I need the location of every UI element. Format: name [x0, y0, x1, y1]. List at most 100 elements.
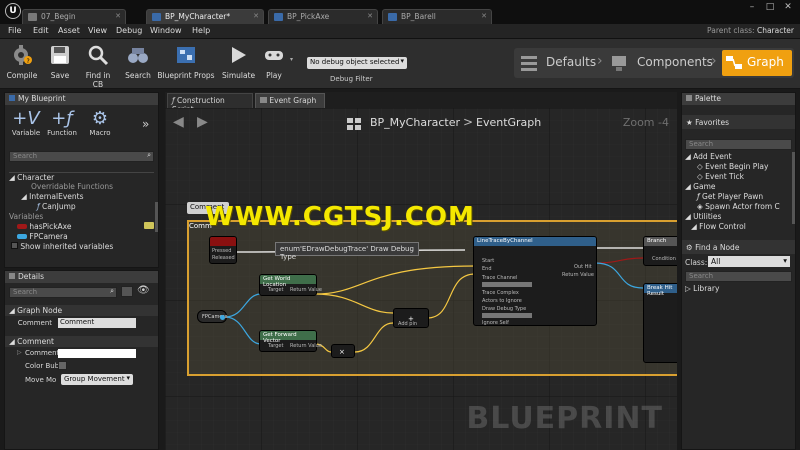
menu-window[interactable]: Window — [150, 26, 182, 35]
favorites-section[interactable]: ★ Favorites — [682, 115, 795, 129]
add-variable-button[interactable]: +V Variable — [11, 109, 41, 138]
menu-edit[interactable]: Edit — [33, 26, 49, 35]
close-window-icon[interactable]: ✕ — [780, 2, 796, 13]
menu-asset[interactable]: Asset — [58, 26, 80, 35]
play-button[interactable]: Play ▾ — [260, 44, 293, 86]
tree-var-haspickaxe[interactable]: hasPickAxe — [9, 222, 154, 232]
palette-search-input[interactable]: Search — [685, 139, 792, 150]
branch-node[interactable]: Branch Condition — [643, 236, 677, 266]
chevron-down-icon[interactable]: ▾ — [290, 56, 293, 63]
draw-debug-type-tooltip: enum'EDrawDebugTrace' Draw Debug Type — [275, 242, 419, 261]
search-button[interactable]: Search — [124, 44, 152, 86]
palette-library[interactable]: ▷ Library — [682, 284, 795, 294]
scrollbar[interactable] — [792, 152, 795, 224]
comment-section[interactable]: ◢ Comment — [5, 336, 158, 347]
chevron-down-icon: ▾ — [400, 57, 404, 65]
chevron-down-icon: ▾ — [783, 256, 787, 265]
graph-node-section[interactable]: ◢ Graph Node — [5, 305, 158, 316]
palette-cat-flow-control[interactable]: ◢ Flow Control — [685, 222, 792, 232]
move-mode-select[interactable]: Group Movement ▾ — [61, 374, 133, 385]
details-panel: Details Search ⌕ 👁 ◢ Graph Node Comment … — [4, 270, 159, 450]
add-macro-button[interactable]: ⚙ Macro — [85, 109, 115, 138]
trace-channel-select[interactable] — [482, 282, 532, 287]
expand-arrow-icon: ▷ — [685, 284, 691, 293]
get-world-location-node[interactable]: Get World Location Target Return Value — [259, 274, 322, 296]
close-icon[interactable]: ✕ — [367, 12, 373, 20]
compile-button[interactable]: ? Compile — [6, 44, 38, 86]
show-inherited-checkbox[interactable]: Show inherited variables — [9, 242, 154, 252]
fpcamera-getter-node[interactable]: FPCamera — [197, 310, 228, 323]
expand-arrow-icon[interactable]: ▷ — [17, 349, 22, 356]
tab-event-graph[interactable]: Event Graph — [255, 93, 325, 108]
input-action-node[interactable]: Pressed Released — [209, 236, 237, 264]
details-icon — [9, 273, 15, 279]
palette-get-player-pawn[interactable]: ƒ Get Player Pawn — [685, 192, 792, 202]
output-pin[interactable] — [220, 315, 225, 320]
palette-cat-add-event[interactable]: ◢ Add Event — [685, 152, 792, 162]
menu-file[interactable]: File — [8, 26, 21, 35]
tree-category-character[interactable]: ◢ Character — [9, 172, 154, 182]
close-icon[interactable]: ✕ — [481, 12, 487, 20]
graph-canvas[interactable]: ◀ ▶ BP_MyCharacter > EventGraph Zoom -4 … — [165, 108, 677, 450]
find-node-search-input[interactable]: Search — [685, 271, 792, 282]
blueprint-icon — [152, 13, 161, 21]
property-matrix-icon[interactable] — [121, 286, 133, 297]
palette-panel: Palette ★ Favorites Search ◢ Add Event ◇… — [681, 92, 796, 450]
menu-view[interactable]: View — [88, 26, 107, 35]
details-search-input[interactable]: Search ⌕ — [9, 287, 117, 298]
find-in-cb-button[interactable]: Find in CB — [80, 44, 116, 89]
unreal-logo-icon[interactable]: U — [5, 3, 21, 19]
simulate-button[interactable]: Simulate — [222, 44, 255, 86]
palette-cat-utilities[interactable]: ◢ Utilities — [685, 212, 792, 222]
minimize-icon[interactable]: – — [744, 2, 760, 13]
my-blueprint-search-input[interactable]: Search ⌕ — [9, 151, 154, 162]
mode-graph[interactable]: Graph — [722, 50, 792, 76]
expand-arrow-icon: ◢ — [9, 173, 15, 182]
palette-event-begin-play[interactable]: ◇ Event Begin Play — [685, 162, 792, 172]
tab-bp-barell[interactable]: BP_Barell ✕ — [382, 9, 492, 24]
save-icon — [51, 46, 69, 64]
add-vector-node[interactable]: + Add pin — [393, 308, 429, 328]
menu-help[interactable]: Help — [192, 26, 210, 35]
tab-bp-pickaxe[interactable]: BP_PickAxe ✕ — [268, 9, 378, 24]
save-button[interactable]: Save — [47, 44, 73, 86]
graph-node-comment-field[interactable]: Comment — [58, 318, 136, 328]
class-row: Class: All ▾ — [682, 254, 795, 270]
palette-spawn-actor[interactable]: ◈ Spawn Actor from C — [685, 202, 792, 212]
tab-construction-script[interactable]: ƒ Construction Script — [167, 93, 253, 114]
scrollbar[interactable] — [155, 202, 158, 232]
eye-icon[interactable]: 👁 — [137, 285, 150, 296]
palette-event-tick[interactable]: ◇ Event Tick — [685, 172, 792, 182]
tab-bp-mycharacter[interactable]: BP_MyCharacter* ✕ — [146, 9, 264, 24]
tab-07-begin[interactable]: 07_Begin ✕ — [22, 9, 126, 24]
palette-cat-game[interactable]: ◢ Game — [685, 182, 792, 192]
level-icon — [28, 13, 37, 21]
tree-internal-events[interactable]: ◢ InternalEvents — [9, 192, 154, 202]
gear-icon: ⚙ — [686, 243, 693, 252]
find-node-section[interactable]: ⚙ Find a Node — [682, 240, 795, 254]
tree-can-jump[interactable]: ƒ CanJump — [9, 202, 154, 212]
debug-object-select[interactable]: No debug object selected ▾ — [307, 57, 407, 69]
mode-components[interactable]: Components — [637, 55, 713, 69]
line-trace-by-channel-node[interactable]: LineTraceByChannel Start End Trace Chann… — [473, 236, 597, 326]
draw-debug-select[interactable] — [482, 313, 532, 318]
close-icon[interactable]: ✕ — [115, 12, 121, 20]
document-tab-bar: U 07_Begin ✕ BP_MyCharacter* ✕ BP_PickAx… — [0, 0, 800, 24]
eye-visibility-icon[interactable] — [144, 222, 154, 229]
break-hit-result-node[interactable]: Break Hit Result — [643, 283, 677, 363]
add-function-button[interactable]: +ƒ Function — [47, 109, 77, 138]
close-icon[interactable]: ✕ — [253, 12, 259, 20]
tree-overridable-functions: Overridable Functions — [31, 182, 114, 191]
tree-var-fpcamera[interactable]: FPCamera — [9, 232, 154, 242]
blueprint-props-button[interactable]: Blueprint Props — [157, 44, 215, 86]
get-forward-vector-node[interactable]: Get Forward Vector Target Return Value — [259, 330, 322, 352]
multiply-node[interactable]: × — [331, 344, 355, 358]
mode-defaults[interactable]: Defaults — [546, 55, 596, 69]
svg-text:?: ? — [27, 58, 30, 65]
comment-text-field[interactable] — [58, 349, 136, 358]
maximize-icon[interactable]: □ — [762, 2, 778, 13]
menu-debug[interactable]: Debug — [116, 26, 142, 35]
more-chevron-icon[interactable]: » — [142, 117, 149, 131]
class-select[interactable]: All ▾ — [708, 256, 790, 267]
color-bubble-checkbox[interactable] — [58, 361, 67, 370]
